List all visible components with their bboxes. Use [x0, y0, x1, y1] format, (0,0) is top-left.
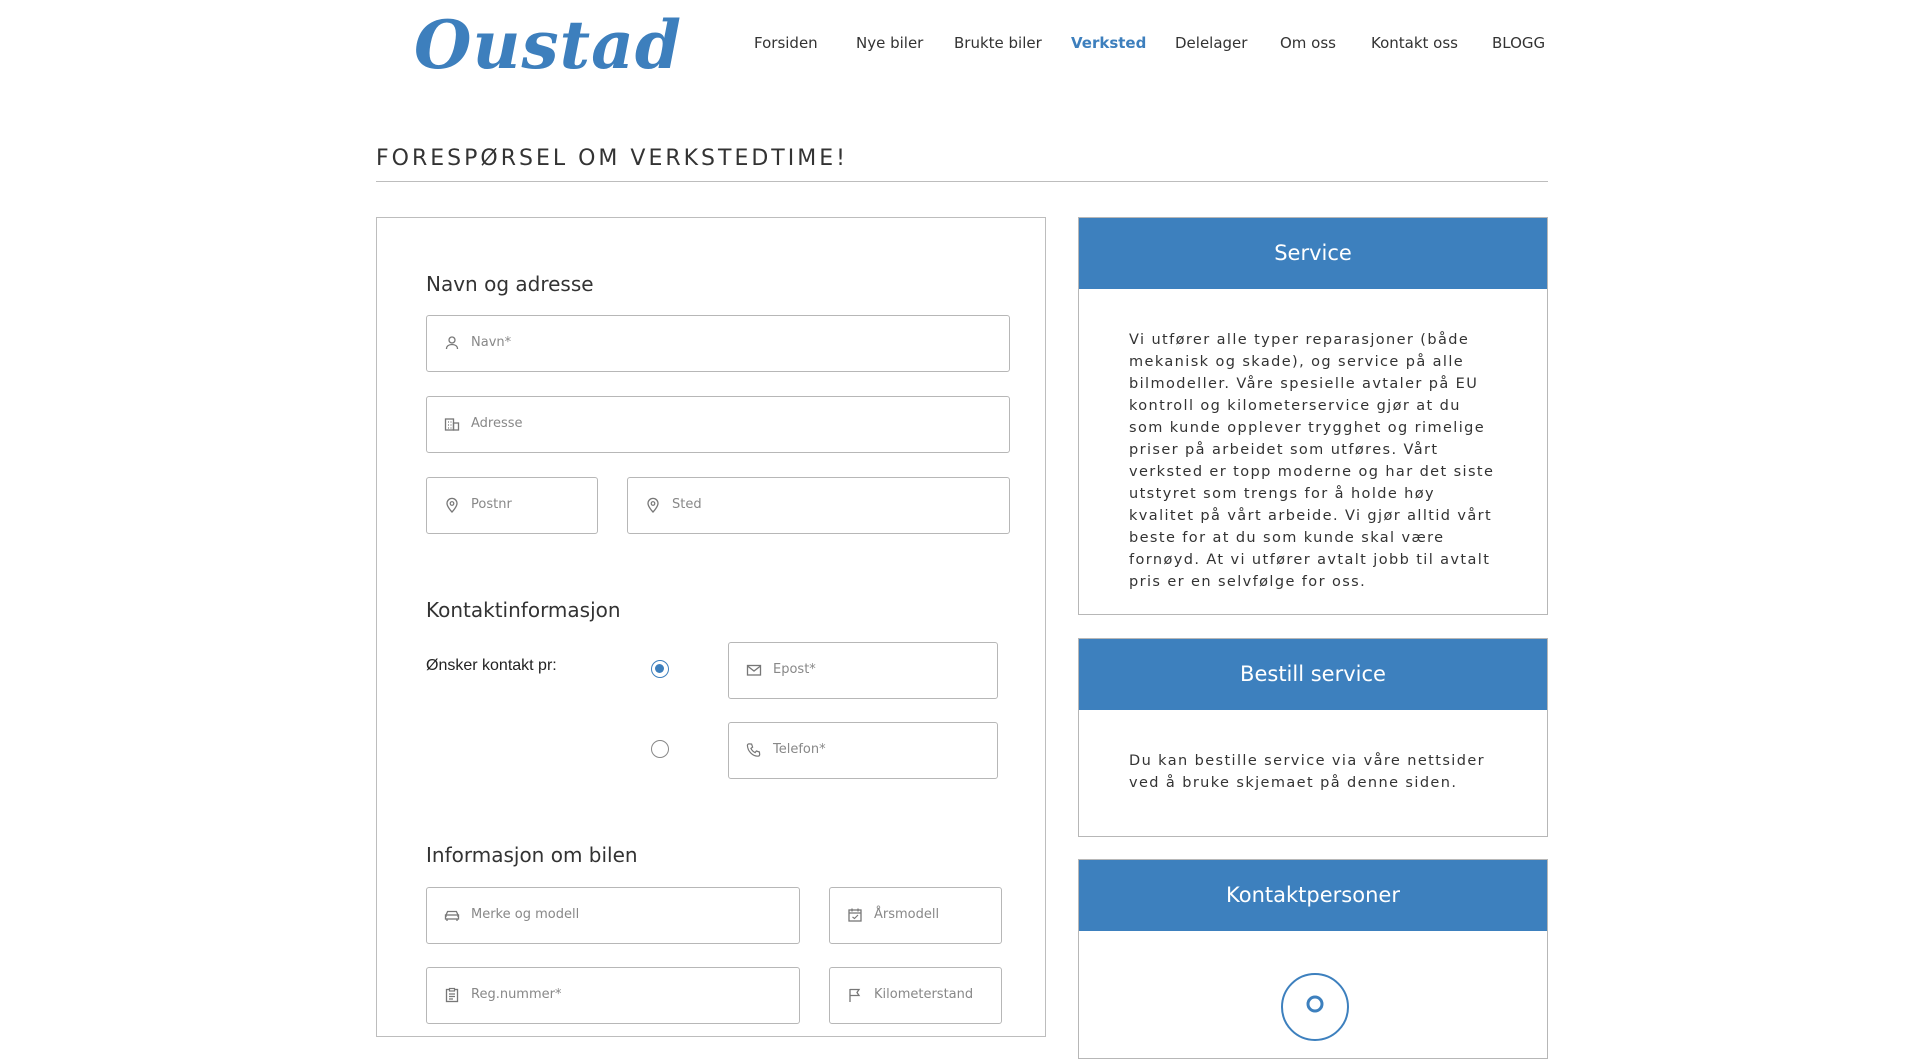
- section-heading-car: Informasjon om bilen: [426, 843, 638, 867]
- contact-email-radio[interactable]: [651, 660, 669, 678]
- order-service-card: Bestill service Du kan bestille service …: [1078, 638, 1548, 837]
- address-field[interactable]: Adresse: [426, 396, 1010, 453]
- reg-number-field[interactable]: Reg.nummer*: [426, 967, 800, 1024]
- year-field[interactable]: Årsmodell: [829, 887, 1002, 944]
- clipboard-icon: [445, 987, 459, 1003]
- page-title: FORESPØRSEL OM VERKSTEDTIME!: [376, 146, 848, 171]
- nav-item-nye-biler[interactable]: Nye biler: [856, 34, 923, 52]
- email-placeholder: Epost*: [773, 662, 816, 677]
- nav-item-kontakt-oss[interactable]: Kontakt oss: [1371, 34, 1458, 52]
- phone-field[interactable]: Telefon*: [728, 722, 998, 779]
- service-card: Service Vi utfører alle typer reparasjon…: [1078, 217, 1548, 615]
- year-placeholder: Årsmodell: [874, 907, 940, 922]
- reg-number-placeholder: Reg.nummer*: [471, 987, 562, 1002]
- flag-icon: [849, 988, 861, 1002]
- avatar: [1281, 973, 1349, 1041]
- section-heading-address: Navn og adresse: [426, 272, 594, 296]
- site-header: Oustad Forsiden Nye biler Brukte biler V…: [0, 0, 1920, 90]
- person-icon: [1306, 995, 1324, 1013]
- make-model-field[interactable]: Merke og modell: [426, 887, 800, 944]
- location-pin-icon: [446, 497, 458, 513]
- service-card-title: Service: [1079, 218, 1547, 289]
- mileage-field[interactable]: Kilometerstand: [829, 967, 1002, 1024]
- city-field[interactable]: Sted: [627, 477, 1010, 534]
- order-service-card-text: Du kan bestille service via våre nettsid…: [1129, 753, 1486, 791]
- name-field[interactable]: Navn*: [426, 315, 1010, 372]
- envelope-icon: [746, 664, 762, 676]
- nav-item-om-oss[interactable]: Om oss: [1280, 34, 1336, 52]
- phone-placeholder: Telefon*: [773, 742, 826, 757]
- nav-item-brukte-biler[interactable]: Brukte biler: [954, 34, 1042, 52]
- email-field[interactable]: Epost*: [728, 642, 998, 699]
- logo[interactable]: Oustad: [414, 10, 682, 80]
- person-icon: [445, 336, 459, 350]
- nav-item-forsiden[interactable]: Forsiden: [754, 34, 818, 52]
- calendar-icon: [848, 908, 862, 922]
- car-icon: [444, 910, 460, 921]
- name-placeholder: Navn*: [471, 335, 512, 350]
- section-heading-contact: Kontaktinformasjon: [426, 598, 621, 622]
- nav-item-verksted[interactable]: Verksted: [1071, 34, 1146, 52]
- title-divider: [376, 181, 1548, 182]
- nav-item-delelager[interactable]: Delelager: [1175, 34, 1247, 52]
- make-model-placeholder: Merke og modell: [471, 907, 580, 922]
- mileage-placeholder: Kilometerstand: [874, 987, 974, 1002]
- contact-persons-card: Kontaktpersoner: [1078, 859, 1548, 1059]
- zip-field[interactable]: Postnr: [426, 477, 598, 534]
- order-service-card-title: Bestill service: [1079, 639, 1547, 710]
- service-card-text: Vi utfører alle typer reparasjoner (både…: [1129, 332, 1495, 590]
- address-placeholder: Adresse: [471, 416, 523, 431]
- contact-persons-card-title: Kontaktpersoner: [1079, 860, 1547, 931]
- contact-phone-radio[interactable]: [651, 740, 669, 758]
- building-icon: [444, 418, 460, 431]
- location-pin-icon: [647, 497, 659, 513]
- nav-item-blogg[interactable]: BLOGG: [1492, 34, 1545, 52]
- city-placeholder: Sted: [672, 497, 702, 512]
- contact-preference-label: Ønsker kontakt pr:: [426, 657, 557, 674]
- phone-icon: [746, 743, 761, 757]
- zip-placeholder: Postnr: [471, 497, 512, 512]
